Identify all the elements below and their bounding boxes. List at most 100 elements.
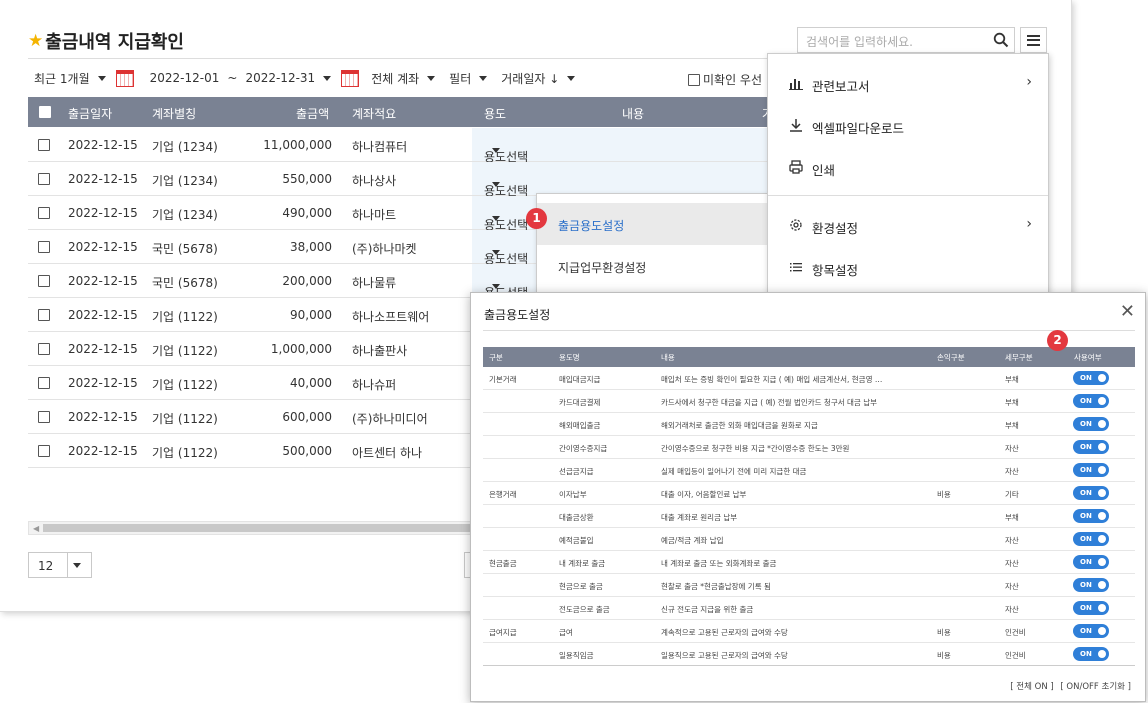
chevron-down-icon — [492, 182, 500, 187]
account-select[interactable]: 전체 계좌 — [371, 70, 436, 87]
menu-button[interactable] — [1020, 27, 1047, 53]
cell-amount: 38,000 — [290, 240, 332, 254]
all-on-link[interactable]: [ 전체 ON ] — [1010, 682, 1053, 692]
search-icon[interactable] — [993, 32, 1009, 48]
modal-table-row: 선급금지급 실제 매입등이 일어나기 전에 미리 지급한 대금 자산 ON — [483, 459, 1135, 482]
row-checkbox[interactable] — [38, 139, 50, 151]
toggle-label: ON — [1080, 650, 1092, 658]
row-checkbox[interactable] — [38, 343, 50, 355]
cell-account: 기업 (1122) — [152, 344, 218, 358]
usage-toggle[interactable]: ON — [1073, 394, 1109, 408]
period-label: 최근 1개월 — [34, 71, 90, 86]
divider — [67, 553, 68, 577]
cell-pl: 비용 — [937, 651, 951, 660]
col-content[interactable]: 내용 — [622, 105, 644, 122]
cell-desc: 해외거래처로 출금한 외화 매입대금을 원화로 지급 — [661, 421, 818, 430]
menu-item-payment-env-settings[interactable]: 지급업무환경설정 — [537, 245, 769, 287]
usage-toggle[interactable]: ON — [1073, 371, 1109, 385]
row-checkbox[interactable] — [38, 377, 50, 389]
search-input[interactable]: 검색어를 입력하세요. — [797, 27, 1015, 53]
row-checkbox[interactable] — [38, 207, 50, 219]
row-checkbox[interactable] — [38, 411, 50, 423]
usage-toggle[interactable]: ON — [1073, 463, 1109, 477]
sort-select[interactable]: 거래일자 ↓ — [501, 70, 576, 87]
menu-item-print[interactable]: 인쇄 — [768, 146, 1048, 188]
usage-context-menu: 출금용도설정 지급업무환경설정 — [536, 193, 769, 293]
toggle-knob — [1098, 489, 1106, 497]
col-memo[interactable]: 계좌적요 — [352, 105, 396, 122]
cell-name: 간이영수증지급 — [559, 444, 608, 453]
date-to[interactable]: 2022-12-31 — [245, 71, 315, 85]
col-pl: 손익구분 — [937, 353, 965, 362]
modal-table-row: 전도금으로 출금 신규 전도금 지급을 위한 출금 자산 ON — [483, 597, 1135, 620]
row-checkbox[interactable] — [38, 241, 50, 253]
menu-item-reports[interactable]: 관련보고서 › — [768, 62, 1048, 104]
usage-toggle[interactable]: ON — [1073, 509, 1109, 523]
unconfirmed-first-checkbox[interactable]: 미확인 우선 — [688, 71, 762, 88]
toggle-knob — [1098, 558, 1106, 566]
menu-item-settings[interactable]: 환경설정 › — [768, 204, 1048, 246]
cell-account: 기업 (1234) — [152, 208, 218, 222]
calendar-icon[interactable] — [341, 69, 360, 87]
col-amount[interactable]: 출금액 — [296, 105, 329, 122]
row-checkbox[interactable] — [38, 173, 50, 185]
usage-toggle[interactable]: ON — [1073, 647, 1109, 661]
cell-desc: 계속적으로 고용된 근로자의 급여와 수당 — [661, 628, 788, 637]
close-icon[interactable]: ✕ — [1120, 301, 1135, 322]
cell-desc: 카드사에서 청구한 대금을 지급 ( 예) 전월 법인카드 청구서 대금 납부 — [661, 398, 877, 407]
cell-desc: 현찰로 출금 *현금출납장에 기록 됨 — [661, 582, 771, 591]
cell-memo: (주)하나미디어 — [352, 412, 428, 426]
usage-toggle[interactable]: ON — [1073, 578, 1109, 592]
table-row[interactable]: 2022-12-15 기업 (1234) 550,000 하나상사 용도선택 — [28, 162, 768, 198]
modal-table-row: 간이영수증지급 간이영수증으로 청구한 비용 지급 *간이영수증 한도는 3만원 자… — [483, 436, 1135, 459]
cell-name: 전도금으로 출금 — [559, 605, 610, 614]
date-from[interactable]: 2022-12-01 — [150, 71, 220, 85]
date-range[interactable]: 2022-12-01 ~ 2022-12-31 — [150, 71, 332, 85]
usage-toggle[interactable]: ON — [1073, 601, 1109, 615]
cell-memo: (주)하나마켓 — [352, 242, 417, 256]
toggle-label: ON — [1080, 604, 1092, 612]
usage-toggle[interactable]: ON — [1073, 532, 1109, 546]
col-date[interactable]: 출금일자 — [68, 105, 112, 122]
cell-pl: 비용 — [937, 490, 951, 499]
select-all-checkbox[interactable] — [39, 106, 51, 118]
usage-toggle[interactable]: ON — [1073, 555, 1109, 569]
chevron-down-icon — [492, 216, 500, 221]
row-checkbox[interactable] — [38, 309, 50, 321]
scroll-left-icon[interactable]: ◀ — [33, 524, 39, 533]
menu-item-column-settings[interactable]: 항목설정 — [768, 246, 1048, 288]
table-row[interactable]: 2022-12-15 기업 (1234) 11,000,000 하나컴퓨터 용도선택 — [28, 128, 768, 164]
checkbox[interactable] — [688, 73, 700, 86]
menu-item-excel-download[interactable]: 엑셀파일다운로드 — [768, 104, 1048, 146]
cell-memo: 하나물류 — [352, 276, 397, 290]
cell-group: 은행거래 — [489, 490, 517, 499]
col-desc: 내용 — [661, 353, 675, 362]
col-account[interactable]: 계좌별칭 — [152, 105, 196, 122]
menu-item-label: 인쇄 — [812, 163, 836, 178]
cell-desc: 일용직으로 고용된 근로자의 급여와 수당 — [661, 651, 788, 660]
filter-select[interactable]: 필터 — [449, 70, 488, 87]
reset-toggle-link[interactable]: [ ON/OFF 초기화 ] — [1060, 682, 1131, 692]
cell-desc: 예금/적금 계좌 납입 — [661, 536, 724, 545]
usage-toggle[interactable]: ON — [1073, 486, 1109, 500]
toggle-knob — [1098, 397, 1106, 405]
cell-name: 내 계좌로 출금 — [559, 559, 606, 568]
usage-toggle[interactable]: ON — [1073, 417, 1109, 431]
usage-toggle[interactable]: ON — [1073, 440, 1109, 454]
period-select[interactable]: 최근 1개월 — [34, 70, 106, 87]
date-separator: ~ — [227, 71, 238, 85]
row-checkbox[interactable] — [38, 275, 50, 287]
hamburger-icon — [1027, 34, 1040, 46]
cell-tax: 자산 — [1005, 467, 1019, 476]
cell-account: 기업 (1122) — [152, 446, 218, 460]
menu-item-withdrawal-usage-settings[interactable]: 출금용도설정 — [537, 203, 769, 245]
usage-toggle[interactable]: ON — [1073, 624, 1109, 638]
col-usage[interactable]: 용도 — [484, 105, 506, 122]
page-size-select[interactable]: 12 — [28, 552, 92, 578]
cell-account: 국민 (5678) — [152, 242, 218, 256]
row-checkbox[interactable] — [38, 445, 50, 457]
cell-memo: 하나슈퍼 — [352, 378, 397, 392]
calendar-icon[interactable] — [115, 69, 134, 87]
star-icon[interactable]: ★ — [28, 31, 43, 51]
menu-item-label: 관련보고서 — [812, 79, 870, 94]
